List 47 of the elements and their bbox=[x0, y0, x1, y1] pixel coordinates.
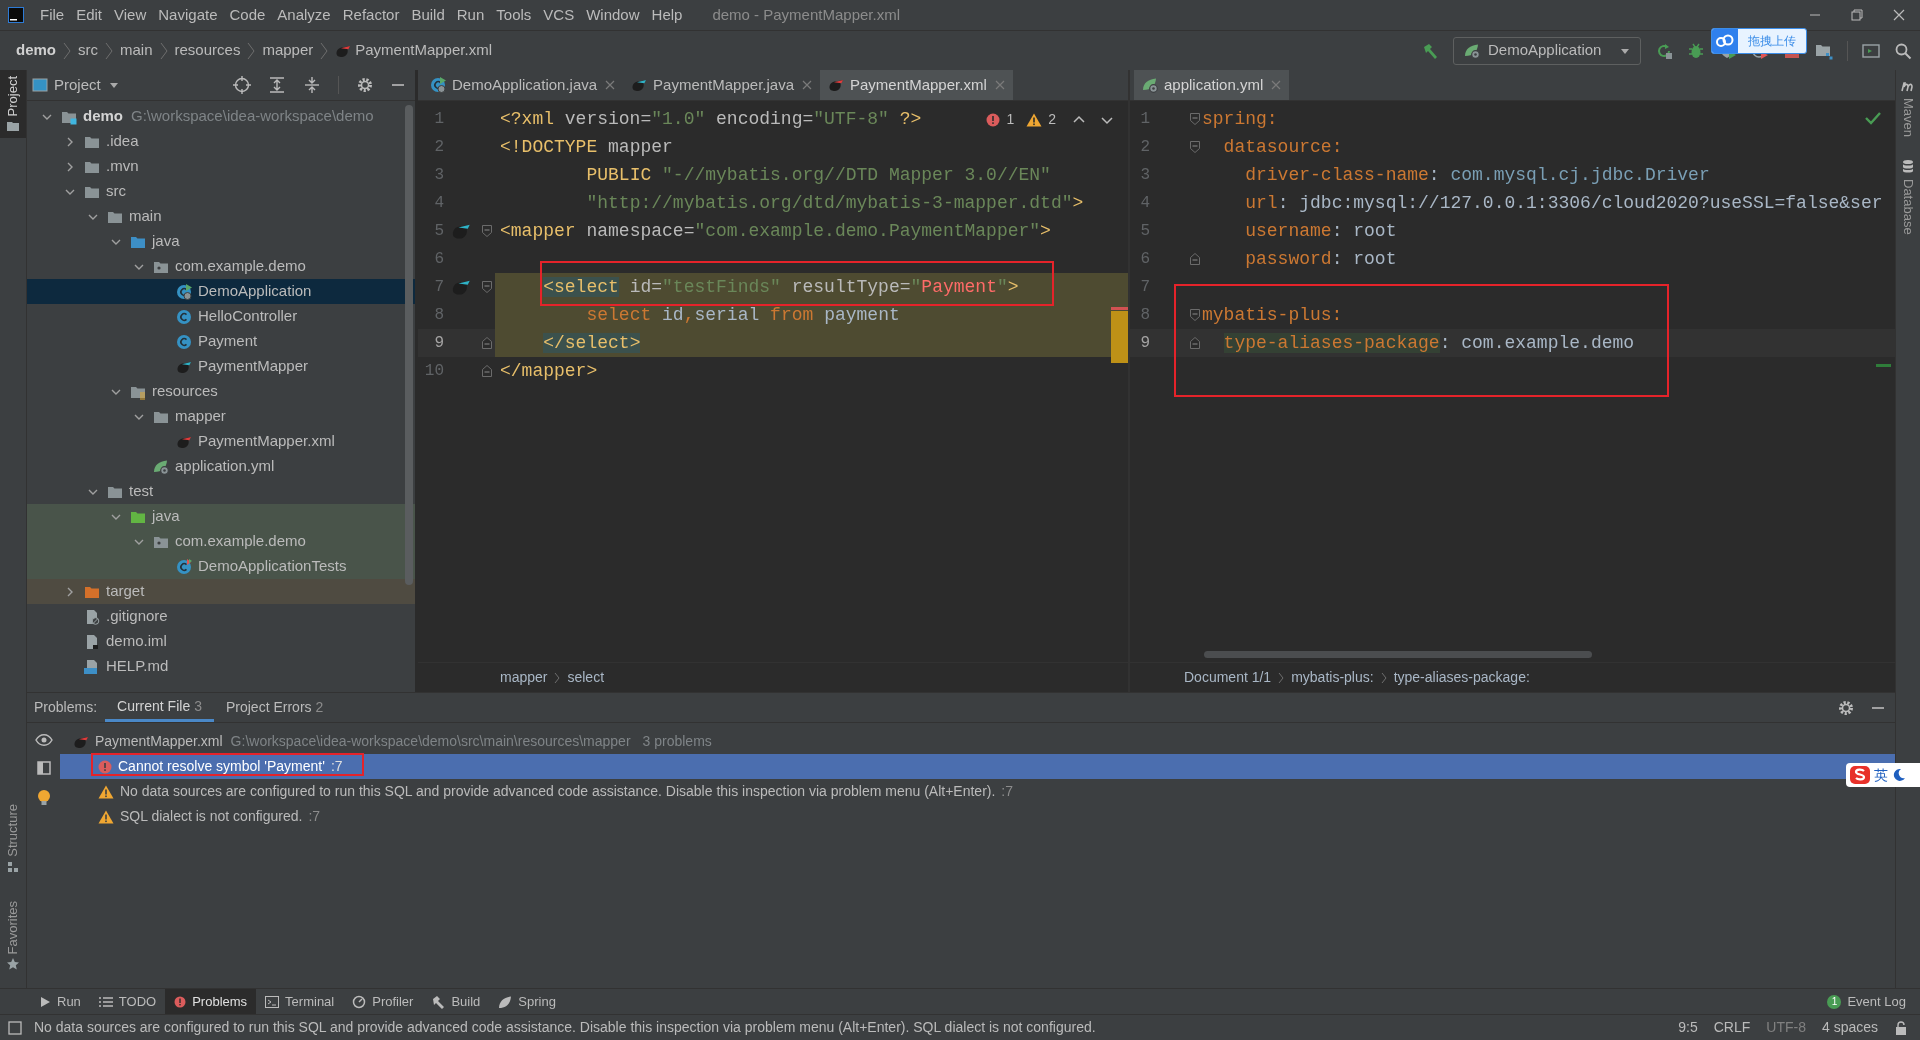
code-line: PUBLIC "-//mybatis.org//DTD Mapper 3.0//EN" bbox=[585, 164, 1051, 187]
code-line: driver-class-name: com.mysql.cj.jdbc.Driver bbox=[1244, 164, 1710, 187]
path-label: G:\workspace\idea-workspace\demo bbox=[131, 106, 374, 127]
code-line: "http://mybatis.org/dtd/mybatis-3-mapper.dtd"> bbox=[585, 192, 1084, 215]
code-line: password: root bbox=[1244, 248, 1397, 271]
code-line: <?xml version="1.0" encoding="UTF-8" ?> bbox=[500, 108, 922, 131]
line-number: 9 bbox=[1139, 333, 1150, 354]
line-number: 8 bbox=[1139, 305, 1150, 326]
line-number: 3 bbox=[433, 165, 444, 186]
status-message: No data sources are configured to run this SQL and provide advanced code assistance. Disable this inspection via problem menu (Alt+Enter). SQL dialect is not configured. bbox=[34, 1018, 1096, 1037]
line-number: 1 bbox=[433, 109, 444, 130]
count-label: 2 bbox=[315, 698, 324, 717]
line-number: 4 bbox=[1139, 193, 1150, 214]
line-number: 5 bbox=[433, 221, 444, 242]
code-line: <select id="testFinds" resultType="Payment"> bbox=[542, 276, 1019, 299]
line-number: 6 bbox=[433, 249, 444, 270]
line-number: 1 bbox=[1139, 109, 1150, 130]
count-label: 3 problems bbox=[642, 732, 712, 751]
count-label: 3 bbox=[194, 696, 202, 716]
line-ref: :7 bbox=[308, 807, 321, 826]
code-line: <mapper namespace="com.example.demo.PaymentMapper"> bbox=[500, 220, 1051, 243]
line-ref: :7 bbox=[1001, 782, 1014, 801]
line-number: 9 bbox=[433, 333, 444, 354]
path-label: G:\workspace\idea-workspace\demo\src\main\resources\mapper bbox=[230, 732, 631, 751]
line-number: 4 bbox=[433, 193, 444, 214]
line-number: 5 bbox=[1139, 221, 1150, 242]
line-number: 3 bbox=[1139, 165, 1150, 186]
line-number: 6 bbox=[1139, 249, 1150, 270]
code-line: select id,serial from payment bbox=[585, 304, 900, 327]
code-line: url: jdbc:mysql://127.0.0.1:3306/cloud2020?useSSL=false&ser bbox=[1244, 192, 1883, 215]
line-number: 8 bbox=[433, 305, 444, 326]
code-line: spring: bbox=[1202, 108, 1278, 131]
code-line: <!DOCTYPE mapper bbox=[500, 136, 673, 159]
code-line: username: root bbox=[1244, 220, 1397, 243]
line-ref: :7 bbox=[330, 757, 343, 776]
line-number: 7 bbox=[433, 277, 444, 298]
line-number: 2 bbox=[1139, 137, 1150, 158]
panel-title: Problems: bbox=[34, 698, 98, 717]
code-line: </mapper> bbox=[500, 360, 598, 383]
line-number: 10 bbox=[423, 361, 444, 382]
code-line: type-aliases-package: com.example.demo bbox=[1222, 332, 1635, 355]
line-number: 7 bbox=[1139, 277, 1150, 298]
code-line: datasource: bbox=[1222, 136, 1343, 159]
count-badge: 1 bbox=[1827, 994, 1842, 1009]
line-number: 2 bbox=[433, 137, 444, 158]
code-line: mybatis-plus: bbox=[1202, 304, 1343, 327]
window-title: demo - PaymentMapper.xml bbox=[712, 4, 900, 25]
